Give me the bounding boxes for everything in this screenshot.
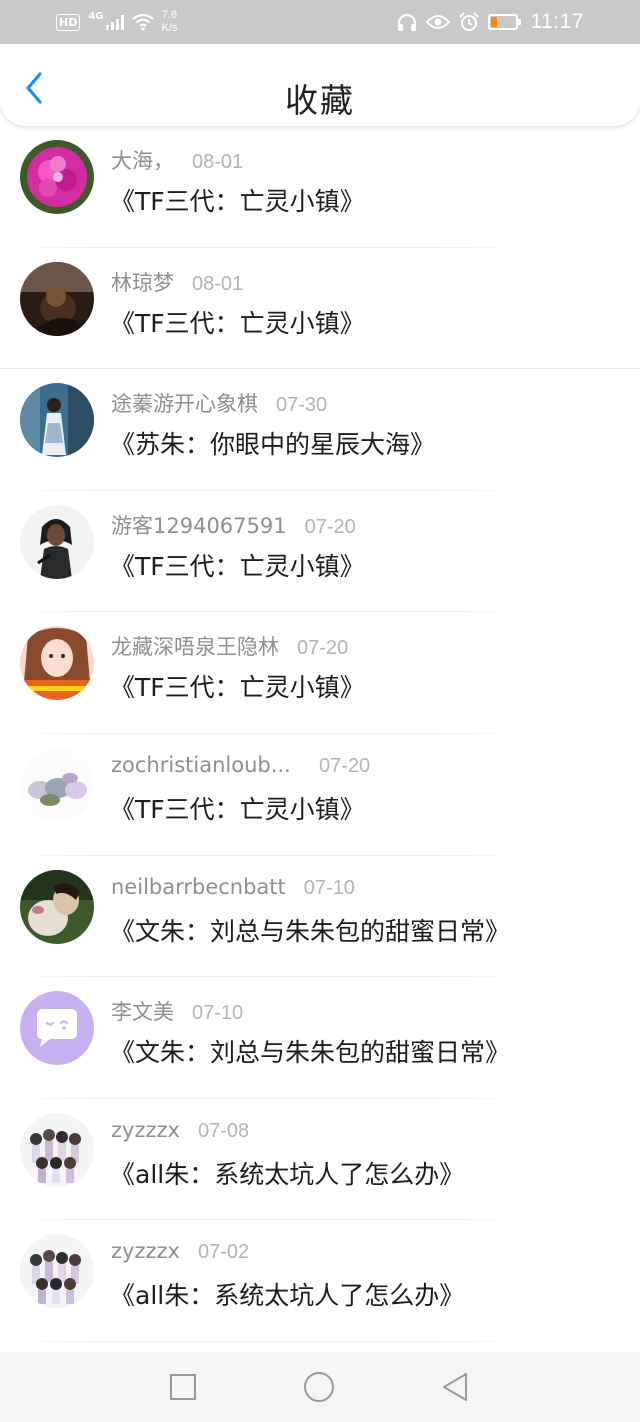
user-name: zyzzzx [111,1117,180,1142]
favorite-item[interactable]: neilbarrbecnbatt 07-10 《文朱：刘总与朱朱包的甜蜜日常》 [0,856,640,978]
battery-icon [487,14,521,30]
favorite-meta: zyzzzx 07-02 [111,1239,249,1264]
speed-value: 7.6 [161,9,178,21]
square-recents-icon [170,1374,196,1400]
status-left: HD 4G 7.6 K/s [56,0,177,44]
favorite-item[interactable]: zochristianloub... 07-20 《TF三代：亡灵小镇》 [0,734,640,856]
user-name: zyzzzx [111,1239,180,1264]
speed-unit: K/s [161,22,178,34]
status-right: 11:17 [397,0,585,44]
eye-icon [425,15,450,29]
favorite-title[interactable]: 《all朱：系统太坑人了怎么办》 [110,1155,464,1191]
battery-level [490,17,497,27]
favorite-title[interactable]: 《all朱：系统太坑人了怎么办》 [110,1276,464,1312]
favorite-meta: 李文美 07-10 [111,996,243,1026]
user-name: 李文美 [111,1000,174,1025]
network-speed: 7.6 K/s [162,9,178,35]
wifi-icon [131,13,154,31]
header: 收藏 [0,44,640,126]
clock-time: 11:17 [530,10,584,33]
favorite-meta: 大海， 08-01 [111,145,243,175]
avatar-image [20,869,94,944]
avatar[interactable] [20,626,94,701]
avatar-image [20,504,94,579]
favorite-date: 07-10 [303,876,355,899]
avatar[interactable] [20,140,94,214]
favorite-item[interactable]: 李文美 07-10 《文朱：刘总与朱朱包的甜蜜日常》 [0,977,640,1099]
avatar-image [20,1234,94,1309]
user-name: 龙藏深唔泉王隐林 [111,635,279,660]
favorite-meta: neilbarrbecnbatt 07-10 [111,875,355,900]
favorite-date: 07-08 [197,1119,250,1142]
circle-home-icon [304,1372,334,1402]
avatar-image [20,747,94,822]
favorite-meta: 龙藏深唔泉王隐林 07-20 [111,631,348,661]
favorite-item[interactable]: 林琼梦 08-01 《TF三代：亡灵小镇》 [0,248,640,370]
avatar-image [20,140,94,214]
avatar[interactable] [20,504,94,579]
headphones-icon [397,13,416,31]
avatar-image [20,626,94,701]
favorite-item[interactable]: 途蓁游开心象棋 07-30 《苏朱：你眼中的星辰大海》 [0,369,640,491]
network-type: 4G [88,10,104,22]
favorite-item[interactable]: 龙藏深唔泉王隐林 07-20 《TF三代：亡灵小镇》 [0,612,640,734]
favorite-title[interactable]: 《文朱：刘总与朱朱包的甜蜜日常》 [110,912,510,948]
avatar-image [20,383,94,458]
back-nav-button[interactable] [439,1371,471,1403]
avatar[interactable] [20,1234,94,1309]
avatar[interactable] [20,1112,94,1187]
favorite-date: 08-01 [192,151,244,173]
user-name: 林琼梦 [111,270,174,295]
favorites-list: 大海， 08-01 《TF三代：亡灵小镇》 林琼梦 08-01 《TF三代：亡灵… [0,126,640,1342]
avatar[interactable] [20,747,94,822]
favorite-item[interactable]: zyzzzx 07-02 《all朱：系统太坑人了怎么办》 [0,1220,640,1342]
alarm-icon [458,12,479,31]
navigation-bar [0,1352,640,1422]
favorite-date: 07-20 [297,637,349,660]
favorite-date: 08-01 [192,272,244,295]
home-button[interactable] [303,1371,335,1403]
avatar[interactable] [20,991,94,1066]
user-name: 游客1294067591 [111,513,287,538]
user-name: 途蓁游开心象棋 [111,392,258,417]
favorite-date: 07-20 [319,754,371,777]
favorite-date: 07-02 [197,1241,250,1264]
favorite-item[interactable]: 大海， 08-01 《TF三代：亡灵小镇》 [0,126,640,248]
page-title: 收藏 [285,81,355,120]
favorite-title[interactable]: 《TF三代：亡灵小镇》 [110,182,365,218]
favorite-title[interactable]: 《TF三代：亡灵小镇》 [110,547,365,583]
avatar-image [20,261,94,336]
user-name: 大海， [111,149,174,173]
favorite-date: 07-30 [276,394,328,417]
avatar-image [20,1112,94,1187]
recents-button[interactable] [167,1371,199,1403]
favorite-meta: 林琼梦 08-01 [111,267,243,297]
favorite-title[interactable]: 《文朱：刘总与朱朱包的甜蜜日常》 [110,1033,510,1069]
avatar[interactable] [20,869,94,944]
favorite-date: 07-10 [192,1002,244,1025]
user-name: neilbarrbecnbatt [111,874,286,899]
avatar[interactable] [20,383,94,458]
signal-icon [105,14,124,30]
avatar[interactable] [20,261,94,336]
favorite-title[interactable]: 《TF三代：亡灵小镇》 [110,668,365,704]
favorite-meta: zochristianloub... 07-20 [111,753,370,778]
divider [0,1340,540,1342]
favorite-meta: 游客1294067591 07-20 [111,510,356,540]
favorite-meta: zyzzzx 07-08 [111,1118,249,1143]
favorite-item[interactable]: 游客1294067591 07-20 《TF三代：亡灵小镇》 [0,491,640,613]
status-bar: HD 4G 7.6 K/s 11:17 [0,0,640,44]
hd-badge: HD [56,13,81,31]
avatar-image [20,991,94,1066]
user-name: zochristianloub... [111,752,291,777]
favorite-meta: 途蓁游开心象棋 07-30 [111,388,327,418]
favorite-title[interactable]: 《TF三代：亡灵小镇》 [110,790,365,826]
favorite-date: 07-20 [304,515,356,538]
favorite-item[interactable]: zyzzzx 07-08 《all朱：系统太坑人了怎么办》 [0,1099,640,1221]
favorite-title[interactable]: 《苏朱：你眼中的星辰大海》 [110,425,435,461]
triangle-back-icon [443,1373,467,1401]
favorite-title[interactable]: 《TF三代：亡灵小镇》 [110,304,365,340]
